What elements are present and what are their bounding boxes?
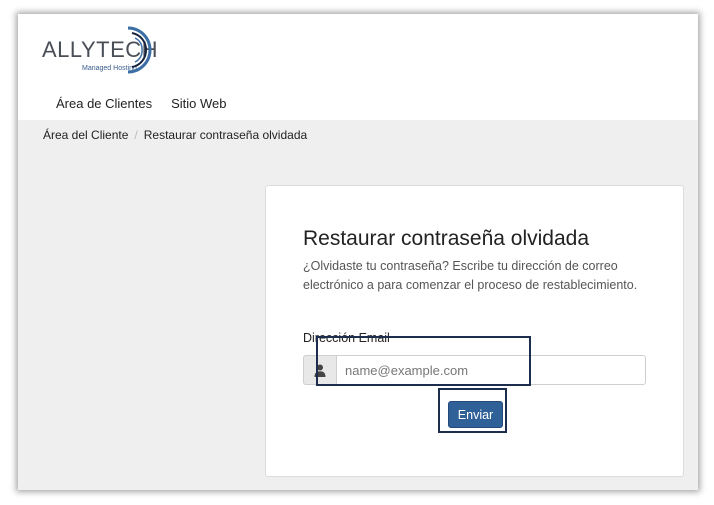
- breadcrumb-separator: /: [134, 128, 138, 142]
- user-icon: [303, 355, 336, 385]
- page-title: Restaurar contraseña olvidada: [303, 227, 590, 250]
- submit-button[interactable]: Enviar: [448, 401, 503, 428]
- nav-item-client-area[interactable]: Área de Clientes: [56, 96, 152, 111]
- logo-arc-icon: [127, 26, 152, 74]
- email-label: Dirección Email: [303, 331, 390, 345]
- nav-item-website[interactable]: Sitio Web: [171, 96, 226, 111]
- main-content: Área del Cliente / Restaurar contraseña …: [18, 120, 698, 490]
- email-input-group: [303, 355, 646, 385]
- page-frame: ALLYTECH Managed Hosting Área de Cliente…: [18, 14, 698, 490]
- allytech-logo[interactable]: ALLYTECH Managed Hosting: [42, 22, 172, 74]
- reset-password-card: Restaurar contraseña olvidada ¿Olvidaste…: [265, 185, 684, 477]
- breadcrumb: Área del Cliente / Restaurar contraseña …: [43, 128, 307, 142]
- main-nav: Área de Clientes Sitio Web: [56, 96, 227, 111]
- breadcrumb-client-area[interactable]: Área del Cliente: [43, 128, 128, 142]
- breadcrumb-current: Restaurar contraseña olvidada: [143, 128, 308, 142]
- site-header: ALLYTECH Managed Hosting Área de Cliente…: [18, 14, 698, 120]
- reset-description: ¿Olvidaste tu contraseña? Escribe tu dir…: [303, 259, 638, 292]
- email-input[interactable]: [336, 355, 646, 385]
